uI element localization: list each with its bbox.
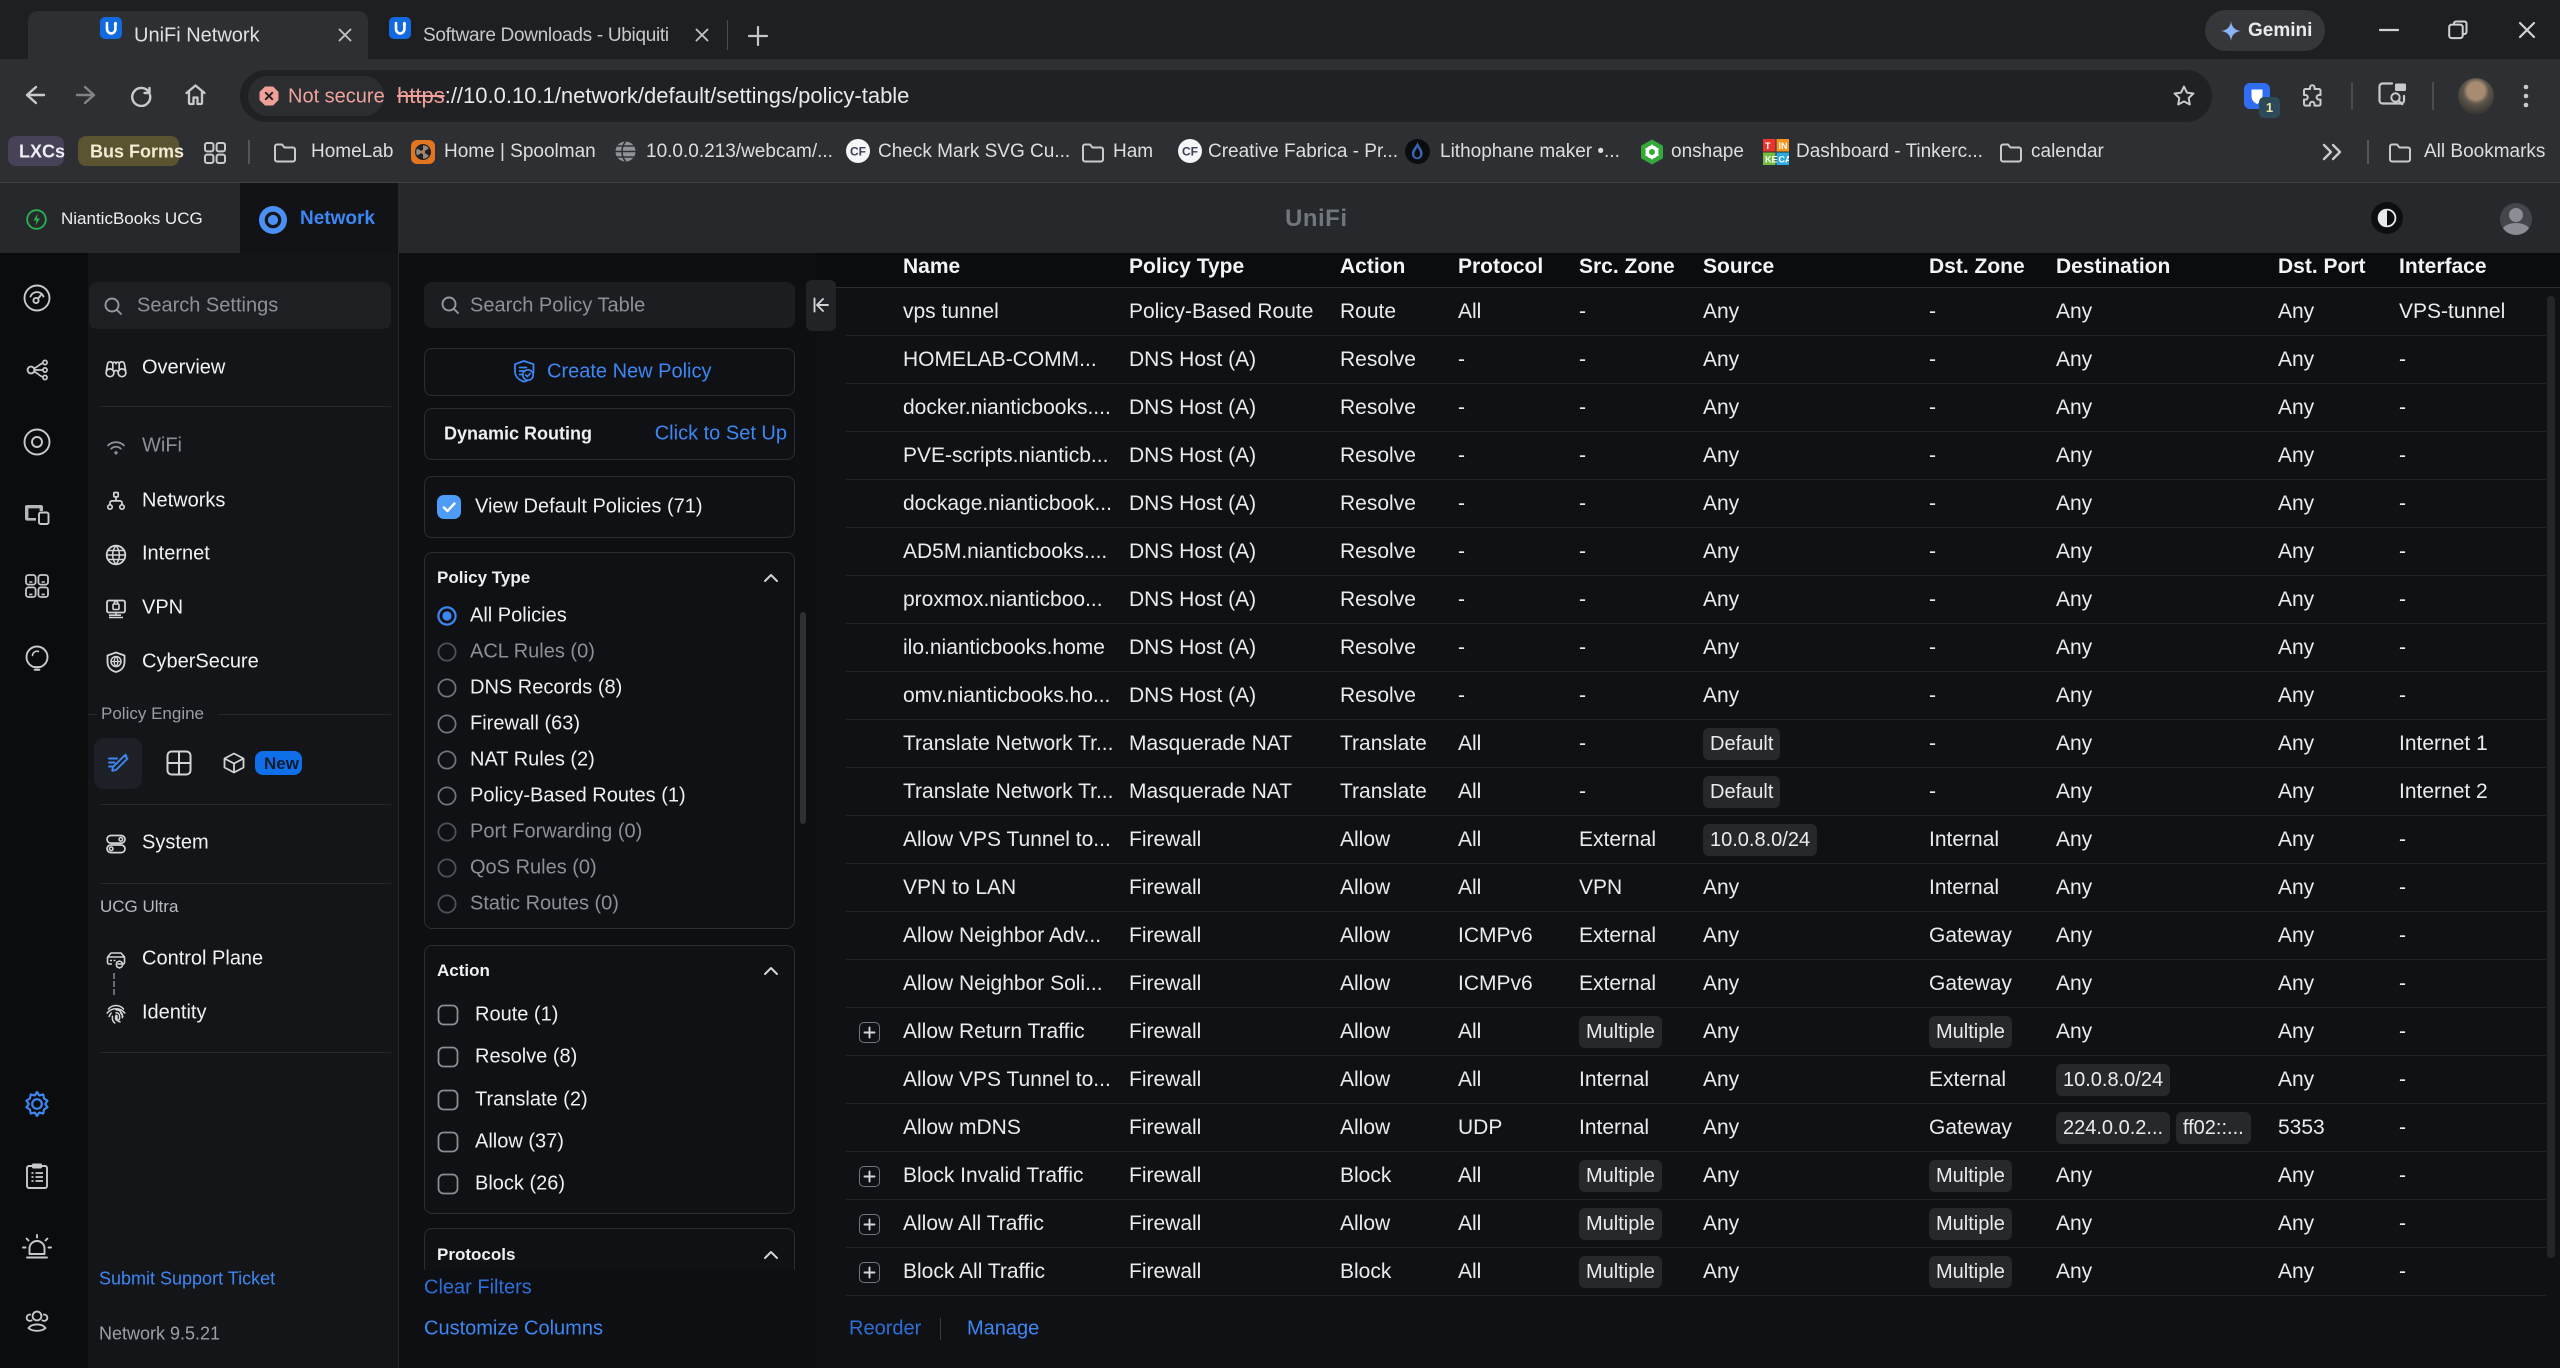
svg-text:KE: KE (1765, 155, 1778, 165)
svg-text:CF: CF (1182, 145, 1198, 159)
svg-text:T: T (1765, 141, 1771, 151)
svg-text:IN: IN (1779, 141, 1788, 151)
svg-text:CA: CA (1779, 155, 1790, 165)
svg-text:CF: CF (850, 145, 866, 159)
